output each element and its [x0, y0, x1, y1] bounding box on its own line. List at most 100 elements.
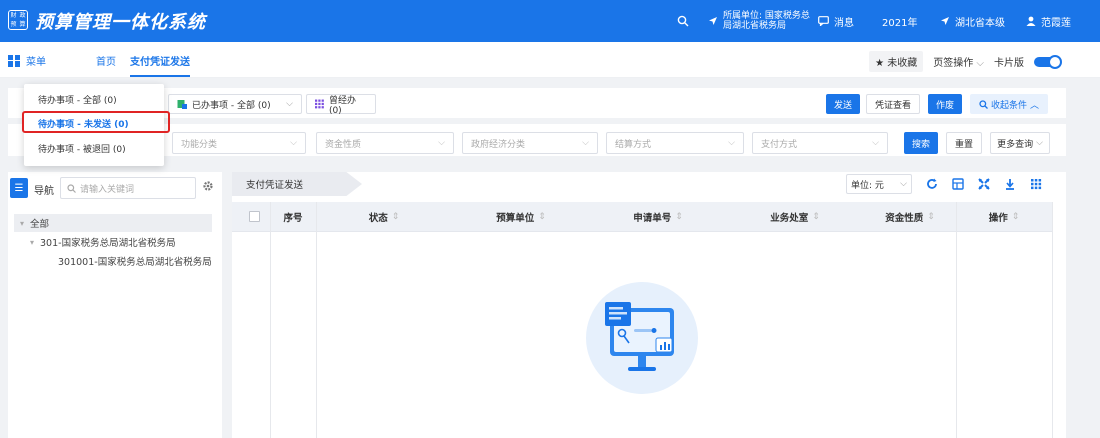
sort-icon: ⇕ — [1011, 212, 1020, 222]
column-label: 状态 — [368, 213, 388, 224]
breadcrumb: 支付凭证发送 — [232, 172, 362, 196]
column-label: 业务处室 — [770, 213, 809, 224]
column-header-status[interactable]: 状态 ⇕ — [316, 202, 452, 232]
caret-down-icon: ▾ — [20, 218, 25, 228]
unit-selector[interactable]: 所属单位: 国家税务总局湖北省税务局 — [708, 0, 815, 42]
refresh-button[interactable] — [922, 174, 942, 194]
function-class-select[interactable]: 功能分类 ⌵ — [172, 132, 306, 154]
empty-data-illustration — [605, 302, 674, 371]
handled-items-label: 曾经办 (0) — [328, 95, 356, 116]
gov-econ-class-select[interactable]: 政府经济分类 ⌵ — [462, 132, 598, 154]
year-selector[interactable]: 2021年 — [882, 0, 917, 42]
user-name: 范霞莲 — [1041, 17, 1071, 29]
header-search-button[interactable] — [677, 0, 694, 42]
tree-node-label: 301-国家税务总局湖北省税务局 — [40, 238, 176, 249]
tab-bar: 菜单 首页 支付凭证发送 ★ 未收藏 页签操作 ⌵ 卡片版 — [0, 42, 1100, 78]
tab-home[interactable]: 首页 — [96, 53, 116, 68]
column-settings-button[interactable] — [948, 174, 968, 194]
collapse-conditions-button[interactable]: 收起条件 ︿ — [970, 94, 1048, 114]
tree-node-all[interactable]: ▾ 全部 — [14, 214, 212, 232]
column-label: 操作 — [988, 213, 1008, 224]
fullscreen-button[interactable] — [974, 174, 994, 194]
column-header-fund-nature[interactable]: 资金性质 ⇕ — [864, 202, 956, 232]
chevron-down-icon: ⌵ — [728, 138, 735, 148]
dropdown-item-todo-all[interactable]: 待办事项 - 全部 (0) — [24, 88, 164, 110]
favorite-button[interactable]: ★ 未收藏 — [869, 51, 924, 72]
tree-node-301[interactable]: ▾ 301-国家税务总局湖北省税务局 — [30, 233, 176, 251]
settlement-method-select[interactable]: 结算方式 ⌵ — [606, 132, 744, 154]
handled-items-tab[interactable]: 曾经办 (0) — [306, 94, 376, 116]
done-items-tab[interactable]: 已办事项 - 全部 (0) ⌵ — [168, 94, 302, 114]
left-nav-panel — [8, 172, 222, 438]
column-header-budget-unit[interactable]: 预算单位 ⇕ — [452, 202, 590, 232]
more-query-button[interactable]: 更多查询 ⌵ — [990, 132, 1050, 154]
sort-icon: ⇕ — [927, 212, 935, 222]
page-ops-dropdown[interactable]: 页签操作 ⌵ — [933, 54, 984, 69]
gear-icon[interactable] — [202, 180, 214, 192]
chevron-down-icon: ⌵ — [900, 179, 907, 189]
app-title: 预算管理一体化系统 — [35, 12, 206, 33]
grid-icon — [1031, 179, 1042, 190]
user-menu[interactable]: 范霞莲 — [1026, 0, 1071, 42]
done-items-label: 已办事项 - 全部 (0) — [192, 100, 271, 111]
column-header-actions[interactable]: 操作 ⇕ — [956, 202, 1052, 232]
column-label: 申请单号 — [633, 213, 672, 224]
chevron-down-icon: ⌵ — [582, 138, 589, 148]
tab-payment-voucher-send[interactable]: 支付凭证发送 — [130, 53, 190, 77]
payment-method-select[interactable]: 支付方式 ⌵ — [752, 132, 888, 154]
tree-node-301001[interactable]: 301001-国家税务总局湖北省税务局 — [58, 252, 212, 270]
nav-title: 导航 — [34, 186, 54, 197]
sort-icon: ⇕ — [812, 212, 820, 222]
user-icon — [1026, 16, 1036, 26]
dropdown-item-todo-returned[interactable]: 待办事项 - 被退回 (0) — [24, 137, 164, 159]
layout-grid-button[interactable] — [1026, 174, 1046, 194]
chevron-down-icon: ⌵ — [286, 99, 293, 109]
fullscreen-icon — [978, 178, 990, 190]
card-mode-label: 卡片版 — [994, 58, 1024, 69]
sort-icon: ⇕ — [538, 212, 546, 222]
search-button[interactable]: 搜索 — [904, 132, 938, 154]
download-button[interactable] — [1000, 174, 1020, 194]
send-button[interactable]: 发送 — [826, 94, 860, 114]
menu-button[interactable]: 菜单 — [8, 53, 46, 68]
collapse-conditions-label: 收起条件 — [990, 100, 1027, 111]
column-divider — [270, 202, 271, 438]
fund-nature-placeholder: 资金性质 — [325, 139, 362, 150]
refresh-icon — [927, 178, 937, 189]
message-icon — [818, 16, 829, 26]
gov-econ-class-placeholder: 政府经济分类 — [471, 139, 526, 150]
tree-node-label: 全部 — [30, 219, 50, 230]
table-settings-icon — [952, 178, 964, 190]
chevron-down-icon: ⌵ — [438, 138, 445, 148]
grid-list-icon — [315, 99, 324, 109]
chevron-down-icon: ⌵ — [1036, 138, 1043, 148]
level-selector[interactable]: 湖北省本级 — [940, 0, 1005, 42]
tab-bar-actions: ★ 未收藏 页签操作 ⌵ 卡片版 — [869, 51, 1062, 72]
nav-search-input[interactable]: 请输入关键词 — [60, 177, 196, 199]
fund-nature-select[interactable]: 资金性质 ⌵ — [316, 132, 454, 154]
card-mode-toggle[interactable] — [1034, 54, 1062, 69]
column-label: 预算单位 — [496, 213, 535, 224]
voucher-view-button[interactable]: 凭证查看 — [866, 94, 920, 114]
column-label: 序号 — [283, 213, 303, 224]
column-header-application-no[interactable]: 申请单号 ⇕ — [590, 202, 726, 232]
level-label: 湖北省本级 — [955, 17, 1005, 29]
payment-method-placeholder: 支付方式 — [761, 139, 798, 150]
chevron-up-icon: ︿ — [1030, 100, 1040, 111]
select-all-checkbox[interactable] — [249, 211, 260, 222]
unit-select[interactable]: 单位: 元 ⌵ — [846, 174, 912, 194]
reset-button[interactable]: 重置 — [946, 132, 982, 154]
column-divider — [316, 202, 317, 438]
unit-label: 所属单位: 国家税务总局湖北省税务局 — [723, 11, 810, 31]
function-class-placeholder: 功能分类 — [181, 139, 218, 150]
year-label: 2021年 — [882, 17, 918, 29]
location-arrow-icon — [709, 17, 717, 25]
messages-button[interactable]: 消息 — [818, 0, 854, 42]
void-button[interactable]: 作废 — [928, 94, 962, 114]
highlight-annotation-box — [22, 111, 170, 133]
chevron-down-icon: ⌵ — [290, 138, 297, 148]
column-header-business-dept[interactable]: 业务处室 ⇕ — [726, 202, 864, 232]
search-icon — [979, 99, 988, 109]
column-divider — [956, 202, 957, 438]
download-icon — [1006, 179, 1014, 190]
